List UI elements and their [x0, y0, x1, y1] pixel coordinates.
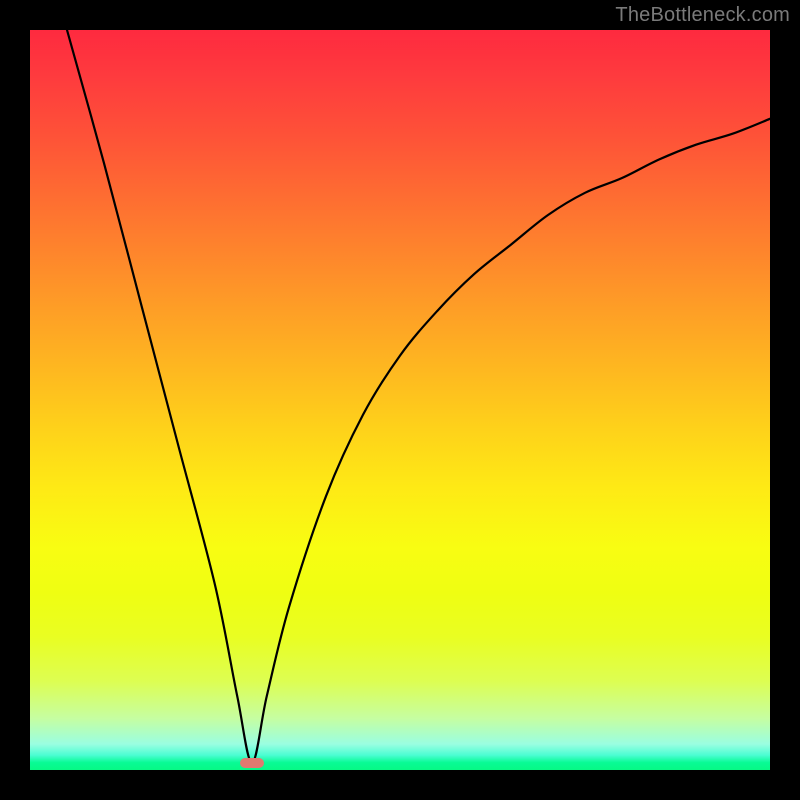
watermark-text: TheBottleneck.com: [615, 4, 790, 27]
bottleneck-curve: [30, 30, 770, 770]
optimal-point-marker: [240, 758, 264, 768]
plot-area: [30, 30, 770, 770]
chart-frame: TheBottleneck.com: [0, 0, 800, 800]
